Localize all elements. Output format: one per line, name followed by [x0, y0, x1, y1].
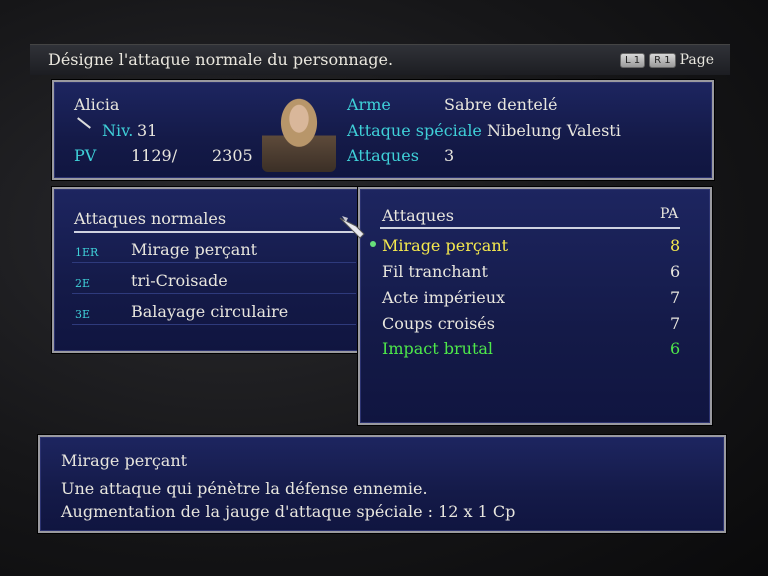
normal-attacks-header: Attaques normales [74, 209, 227, 228]
header-divider [74, 231, 356, 233]
page-controls: L 1 R 1 Page [619, 52, 714, 68]
game-screen: Désigne l'attaque normale du personnage.… [0, 0, 768, 576]
page-label: Page [679, 52, 714, 68]
level-label: Niv. [102, 121, 134, 140]
hp-current: 1129/ [131, 146, 178, 165]
attacks-count-label: Attaques [347, 146, 419, 165]
attack-list-header: Attaques [382, 206, 454, 225]
attack-option-pa: 6 [670, 262, 681, 281]
r1-button[interactable]: R 1 [649, 52, 676, 68]
attack-option-name: Acte impérieux [382, 288, 506, 307]
attack-option-pa: 7 [670, 314, 681, 333]
pointer-hand-icon [339, 216, 365, 239]
slot-attack-name: Mirage perçant [131, 240, 258, 259]
hp-label: PV [74, 146, 97, 165]
attack-header-divider [380, 227, 680, 229]
help-text: Désigne l'attaque normale du personnage. [48, 50, 394, 69]
attacks-count-value: 3 [444, 146, 455, 165]
attack-option-name: Mirage perçant [382, 236, 509, 255]
attack-option-name: Fil tranchant [382, 262, 488, 281]
help-bar: Désigne l'attaque normale du personnage.… [30, 44, 730, 75]
description-line-2: Augmentation de la jauge d'attaque spéci… [61, 502, 516, 521]
attack-option-pa: 6 [670, 339, 681, 358]
attack-option-pa: 8 [670, 236, 681, 255]
attack-option-name: Coups croisés [382, 314, 495, 333]
slot-attack-name: Balayage circulaire [131, 302, 289, 321]
special-value: Nibelung Valesti [487, 121, 621, 140]
slot-label: 1ER [75, 246, 99, 259]
attack-option-pa: 7 [670, 288, 681, 307]
slot-attack-name: tri-Croisade [131, 271, 228, 290]
slot-label: 3E [75, 308, 91, 321]
hp-max: 2305 [212, 146, 253, 165]
row-divider [72, 262, 356, 263]
character-name: Alicia [74, 95, 120, 114]
selection-dot-icon [370, 241, 376, 247]
row-divider [72, 324, 356, 325]
description-line-1: Une attaque qui pénètre la défense ennem… [61, 479, 428, 498]
l1-button[interactable]: L 1 [619, 52, 646, 68]
special-label: Attaque spéciale [347, 121, 482, 140]
attack-option-name: Impact brutal [382, 339, 494, 358]
description-title: Mirage perçant [61, 451, 188, 470]
pa-header: PA [660, 206, 679, 222]
character-portrait [262, 90, 336, 172]
slot-label: 2E [75, 277, 91, 290]
row-divider [72, 293, 356, 294]
weapon-label: Arme [347, 95, 391, 114]
weapon-value: Sabre dentelé [444, 95, 558, 114]
level-value: 31 [137, 121, 158, 140]
